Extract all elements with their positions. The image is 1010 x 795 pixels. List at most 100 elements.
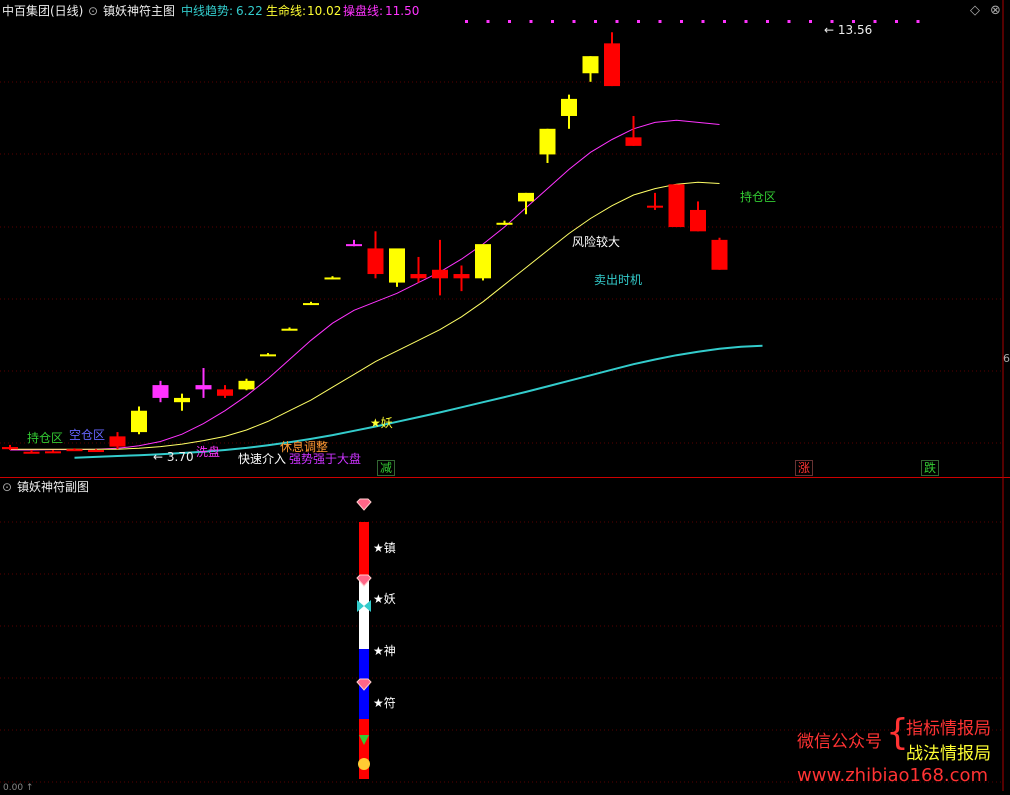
top-dot: [744, 20, 748, 23]
top-dot: [529, 20, 533, 23]
candle-body: [539, 128, 556, 155]
candle-body: [66, 449, 83, 452]
strong-label: 强势强于大盘: [289, 452, 362, 466]
fast-entry-label: 快速介入: [238, 452, 287, 466]
top-dot: [873, 20, 877, 23]
star-yao-label: ★妖: [370, 416, 393, 430]
candle-body: [518, 192, 534, 202]
operate-value: 11.50: [385, 4, 420, 18]
candle-body: [45, 451, 61, 454]
candle-body: [496, 222, 513, 225]
candle-body: [432, 269, 448, 279]
candle-body: [88, 450, 104, 453]
top-dot: [615, 20, 619, 23]
sell-time-label: 卖出时机: [594, 273, 643, 287]
candle-body: [238, 380, 255, 390]
candle-body: [690, 209, 706, 232]
candle-body: [410, 274, 427, 279]
seal-bar: [356, 498, 372, 779]
main-grid: [0, 0, 1004, 477]
top-dot: [486, 20, 490, 23]
gem-icon: [356, 498, 372, 511]
candle-body: [625, 137, 642, 146]
candle-body: [561, 98, 577, 116]
candle-body: [131, 410, 147, 433]
candle-body: [217, 389, 233, 396]
main-chart: [0, 0, 1004, 477]
candle-body: [303, 303, 319, 306]
wm-url: www.zhibiao168.com: [797, 765, 989, 786]
settings-circle-icon[interactable]: ⊗: [990, 4, 1001, 18]
sub-collapse-icon[interactable]: ⊙: [2, 480, 12, 494]
washing-label: 洗盘: [196, 445, 221, 459]
candle-body: [647, 205, 663, 208]
badge-fall: 跌: [921, 460, 940, 476]
candle-body: [475, 244, 491, 279]
high-price-label: ← 13.56: [824, 23, 873, 37]
sub-panel-title: 镇妖神符副图: [17, 480, 90, 494]
seal-label-fu: ★符: [373, 696, 396, 710]
top-dot: [701, 20, 705, 23]
indicator-title: 镇妖神符主图: [103, 4, 176, 18]
candle-body: [281, 328, 298, 331]
money-bag-icon: [358, 758, 370, 770]
hold-zone-left: 持仓区: [27, 431, 64, 445]
top-dot: [637, 20, 640, 23]
top-dot: [723, 20, 726, 23]
seal-label-zhen: ★镇: [373, 541, 396, 555]
top-dot: [508, 20, 511, 23]
candle-body: [389, 248, 405, 283]
candle-body: [260, 354, 276, 357]
diamond-icon[interactable]: ◇: [970, 4, 980, 18]
top-dot: [916, 20, 920, 23]
wm-line2: 战法情报局: [906, 744, 991, 764]
top-dot: [895, 20, 898, 23]
top-dot: [465, 20, 468, 23]
seal-segment-white: [359, 577, 369, 649]
candle-body: [367, 248, 384, 275]
life-line: [10, 181, 720, 450]
trend-value: 6.22: [236, 4, 263, 18]
main-indicator-lines: [10, 119, 763, 459]
candle-body: [195, 385, 212, 390]
candle-body: [582, 56, 599, 74]
seal-segment-red: [359, 522, 369, 577]
hold-zone-right: 持仓区: [740, 190, 777, 204]
indicator-collapse-icon[interactable]: ⊙: [88, 4, 98, 18]
top-dot: [787, 20, 791, 23]
top-dot: [680, 20, 683, 23]
candle-body: [152, 385, 169, 398]
trend-label: 中线趋势:: [181, 4, 234, 18]
candle-body: [324, 277, 341, 280]
risk-label: 风险较大: [572, 235, 621, 249]
operate-label: 操盘线:: [343, 4, 384, 18]
top-dot: [594, 20, 597, 23]
top-dot: [766, 20, 769, 23]
bottom-left-value: 0.00 ↑: [3, 783, 34, 793]
candle-body: [346, 244, 362, 247]
wm-line1: 指标情报局: [906, 719, 991, 739]
life-value: 10.02: [307, 4, 342, 18]
wm-wechat: 微信公众号: [797, 732, 882, 752]
candle-body: [453, 274, 470, 279]
candle-body: [109, 436, 126, 447]
candle-body: [668, 184, 685, 228]
empty-zone: 空仓区: [69, 428, 106, 442]
candle-body: [2, 447, 18, 450]
candle-body: [711, 239, 728, 270]
candle-body: [604, 43, 620, 87]
stock-title: 中百集团(日线): [2, 4, 84, 18]
seal-label-shen: ★神: [373, 644, 396, 658]
top-dot: [572, 20, 576, 23]
candle-body: [23, 451, 40, 454]
life-label: 生命线:: [266, 4, 307, 18]
top-dot: [809, 20, 812, 23]
top-dot: [658, 20, 662, 23]
badge-reduce: 减: [377, 460, 396, 476]
right-axis-label: 6: [1003, 352, 1010, 365]
seal-label-yao: ★妖: [373, 592, 396, 606]
low-price-label: ← 3.70: [153, 450, 194, 464]
top-dot: [551, 20, 554, 23]
candle-body: [174, 397, 190, 403]
badge-rise: 涨: [795, 460, 814, 476]
